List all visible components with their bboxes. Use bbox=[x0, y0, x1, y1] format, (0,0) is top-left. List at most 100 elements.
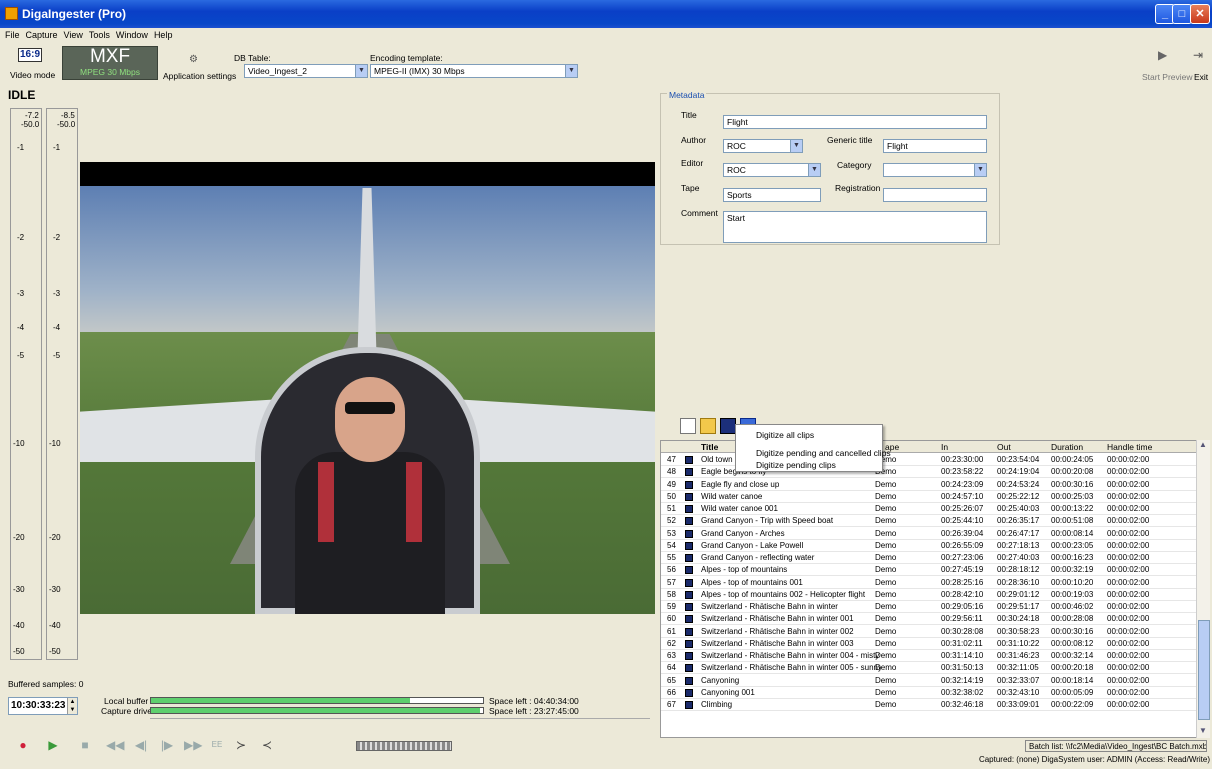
meter-tick: -50 bbox=[13, 647, 25, 656]
maximize-button[interactable]: □ bbox=[1172, 4, 1192, 24]
col-in[interactable]: In bbox=[941, 442, 948, 452]
row-number: 52 bbox=[667, 516, 676, 526]
scroll-down-icon[interactable]: ▼ bbox=[1199, 726, 1207, 735]
clip-status-icon bbox=[685, 492, 693, 501]
format-button[interactable]: MXF MPEG 30 Mbps bbox=[62, 46, 158, 80]
scroll-thumb[interactable] bbox=[1198, 620, 1210, 720]
row-tape: Demo bbox=[875, 651, 897, 660]
col-handle-time[interactable]: Handle time bbox=[1107, 442, 1152, 452]
table-row[interactable]: 56 Alpes - top of mountains Demo 00:27:45:1… bbox=[661, 564, 1197, 577]
row-title: Grand Canyon - Arches bbox=[701, 528, 785, 538]
chevron-down-icon: ▼ bbox=[790, 140, 802, 152]
row-duration: 00:00:22:09 bbox=[1051, 700, 1094, 709]
eject-icon[interactable]: EE bbox=[208, 736, 226, 754]
table-row[interactable]: 49 Eagle fly and close up Demo 00:24:23:09 0… bbox=[661, 479, 1197, 491]
category-select[interactable]: ▼ bbox=[883, 163, 987, 177]
row-duration: 00:00:25:03 bbox=[1051, 491, 1094, 501]
db-table-select[interactable]: Video_Ingest_2 ▼ bbox=[244, 64, 368, 78]
table-row[interactable]: 59 Switzerland - Rhätische Bahn in winter… bbox=[661, 601, 1197, 613]
app-settings-label[interactable]: Application settings bbox=[163, 71, 236, 81]
row-handle-time: 00:00:02:00 bbox=[1107, 504, 1150, 513]
table-row[interactable]: 67 Climbing Demo 00:32:46:18 00:33:09:01 00:0… bbox=[661, 699, 1197, 711]
col-out[interactable]: Out bbox=[997, 442, 1011, 452]
row-duration: 00:00:19:03 bbox=[1051, 589, 1094, 599]
generic-title-field[interactable]: Flight bbox=[883, 139, 987, 153]
fast-forward-icon[interactable]: ▶▶ bbox=[184, 736, 202, 754]
table-row[interactable]: 57 Alpes - top of mountains 001 Demo 00:28:… bbox=[661, 577, 1197, 589]
meter-tick: -4 bbox=[17, 323, 25, 332]
row-tape: Demo bbox=[875, 675, 897, 685]
row-tape: Demo bbox=[875, 589, 897, 599]
row-number: 48 bbox=[667, 467, 676, 477]
close-button[interactable]: ✕ bbox=[1190, 4, 1210, 24]
row-duration: 00:00:23:05 bbox=[1051, 540, 1094, 550]
title-field[interactable]: Flight bbox=[723, 115, 987, 129]
exit-label[interactable]: Exit bbox=[1194, 72, 1208, 82]
table-row[interactable]: 51 Wild water canoe 001 Demo 00:25:26:07 00:… bbox=[661, 503, 1197, 515]
jog-shuttle[interactable] bbox=[356, 741, 452, 751]
table-row[interactable]: 53 Grand Canyon - Arches Demo 00:26:39:04 00… bbox=[661, 528, 1197, 540]
table-row[interactable]: 58 Alpes - top of mountains 002 - Helicop… bbox=[661, 589, 1197, 601]
menu-digitize-pending[interactable]: Digitize pending clips bbox=[756, 460, 836, 470]
exit-icon[interactable]: ⇥ bbox=[1193, 48, 1203, 62]
timecode-spinner[interactable]: ▲ ▼ bbox=[67, 698, 77, 714]
stop-icon[interactable]: ■ bbox=[76, 736, 94, 754]
timecode-field[interactable]: 10:30:33:23 ▲ ▼ bbox=[8, 697, 78, 715]
mark-out-icon[interactable]: ≺ bbox=[258, 736, 276, 754]
settings-icon[interactable]: ⚙ bbox=[189, 54, 198, 65]
row-tape: Demo bbox=[875, 638, 897, 648]
start-preview-label[interactable]: Start Preview bbox=[1142, 72, 1193, 82]
table-row[interactable]: 62 Switzerland - Rhätische Bahn in winter… bbox=[661, 638, 1197, 650]
table-row[interactable]: 61 Switzerland - Rhätische Bahn in winter… bbox=[661, 626, 1197, 638]
col-duration[interactable]: Duration bbox=[1051, 442, 1083, 452]
menu-window[interactable]: Window bbox=[116, 30, 148, 40]
scroll-up-icon[interactable]: ▲ bbox=[1199, 440, 1207, 449]
video-preview[interactable] bbox=[80, 162, 655, 614]
tape-field[interactable]: Sports bbox=[723, 188, 821, 202]
table-row[interactable]: 63 Switzerland - Rhätische Bahn in winter… bbox=[661, 650, 1197, 662]
author-select[interactable]: ROC ▼ bbox=[723, 139, 803, 153]
rewind-icon[interactable]: ◀◀ bbox=[106, 736, 124, 754]
step-back-icon[interactable]: ◀| bbox=[132, 736, 150, 754]
menu-capture[interactable]: Capture bbox=[26, 30, 58, 40]
menu-digitize-all[interactable]: Digitize all clips bbox=[756, 430, 814, 440]
menu-tools[interactable]: Tools bbox=[89, 30, 110, 40]
row-number: 65 bbox=[667, 675, 676, 685]
generic-title-label: Generic title bbox=[827, 135, 873, 145]
row-duration: 00:00:30:16 bbox=[1051, 479, 1094, 489]
menu-file[interactable]: File bbox=[5, 30, 20, 40]
col-title[interactable]: Title bbox=[701, 442, 718, 452]
capture-drive-space: Space left : 23:27:45:00 bbox=[489, 706, 579, 716]
clip-status-icon bbox=[685, 554, 693, 562]
comment-field[interactable]: Start bbox=[723, 211, 987, 243]
menu-view[interactable]: View bbox=[64, 30, 83, 40]
save-icon[interactable] bbox=[720, 418, 736, 434]
table-row[interactable]: 65 Canyoning Demo 00:32:14:19 00:32:33:07 00:… bbox=[661, 675, 1197, 687]
table-row[interactable]: 60 Switzerland - Rhätische Bahn in winter… bbox=[661, 613, 1197, 626]
play-preview-icon[interactable]: ▶ bbox=[1158, 48, 1167, 62]
table-row[interactable]: 52 Grand Canyon - Trip with Speed boat Dem… bbox=[661, 515, 1197, 528]
menu-digitize-pending-cancelled[interactable]: Digitize pending and cancelled clips bbox=[756, 448, 891, 458]
table-row[interactable]: 54 Grand Canyon - Lake Powell Demo 00:26:55… bbox=[661, 540, 1197, 552]
mark-in-icon[interactable]: ≻ bbox=[232, 736, 250, 754]
editor-select[interactable]: ROC ▼ bbox=[723, 163, 821, 177]
play-icon[interactable]: ▶ bbox=[44, 736, 62, 754]
step-forward-icon[interactable]: |▶ bbox=[158, 736, 176, 754]
table-row[interactable]: 55 Grand Canyon - reflecting water Demo 00:… bbox=[661, 552, 1197, 564]
meter-tick: -40 bbox=[13, 621, 25, 630]
table-row[interactable]: 64 Switzerland - Rhätische Bahn in winter… bbox=[661, 662, 1197, 675]
encoding-template-select[interactable]: MPEG-II (IMX) 30 Mbps ▼ bbox=[370, 64, 578, 78]
open-folder-icon[interactable] bbox=[700, 418, 716, 434]
menu-help[interactable]: Help bbox=[154, 30, 173, 40]
registration-field[interactable] bbox=[883, 188, 987, 202]
row-out: 00:27:40:03 bbox=[997, 553, 1040, 562]
table-row[interactable]: 50 Wild water canoe Demo 00:24:57:10 00:25:2… bbox=[661, 491, 1197, 503]
clip-list-scrollbar[interactable]: ▲ ▼ bbox=[1196, 440, 1210, 738]
row-handle-time: 00:00:02:00 bbox=[1107, 553, 1150, 562]
record-icon[interactable]: ● bbox=[14, 736, 32, 754]
new-file-icon[interactable] bbox=[680, 418, 696, 434]
table-row[interactable]: 66 Canyoning 001 Demo 00:32:38:02 00:32:43:1… bbox=[661, 687, 1197, 699]
meter-tick: -10 bbox=[49, 439, 61, 448]
aspect-ratio-button[interactable]: 16:9 bbox=[18, 48, 42, 62]
db-table-label: DB Table: bbox=[234, 53, 271, 63]
